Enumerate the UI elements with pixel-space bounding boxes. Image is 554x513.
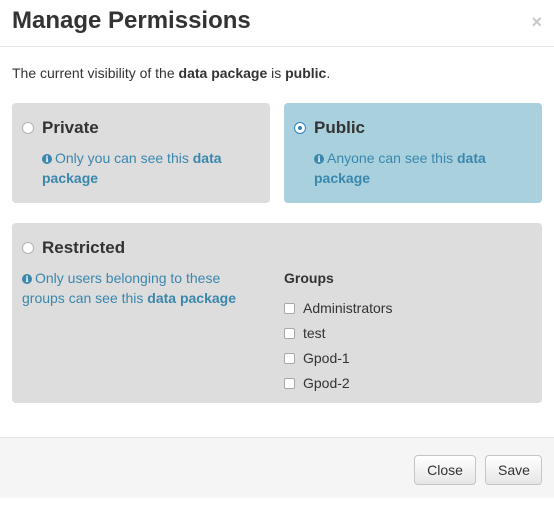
manage-permissions-dialog: Manage Permissions × The current visibil… [0, 0, 554, 513]
group-item-gpod-2[interactable]: Gpod-2 [284, 374, 350, 392]
restricted-label: Restricted [42, 238, 126, 257]
dialog-header: Manage Permissions × [0, 0, 554, 47]
save-button[interactable]: Save [485, 455, 542, 485]
intro-object: data package [178, 65, 268, 81]
group-label: test [303, 325, 326, 341]
groups-title: Groups [284, 270, 334, 286]
info-icon: i [314, 154, 324, 164]
private-option-card[interactable]: Private i Only you can see this data pack… [12, 103, 270, 203]
dialog-title: Manage Permissions [12, 7, 251, 34]
group-item-test[interactable]: test [284, 324, 326, 342]
restricted-desc-line1: Only users belonging to these [35, 270, 221, 286]
restricted-option-card[interactable]: Restricted i Only users belonging to thes… [12, 223, 542, 403]
intro-prefix: The current visibility of the [12, 65, 179, 81]
group-checkbox[interactable] [284, 353, 295, 364]
group-item-gpod-1[interactable]: Gpod-1 [284, 349, 350, 367]
intro-status: public [285, 65, 327, 81]
public-desc-prefix: Anyone can see this [327, 150, 457, 166]
restricted-radio[interactable] [22, 242, 34, 254]
group-checkbox[interactable] [284, 378, 295, 389]
group-checkbox[interactable] [284, 303, 295, 314]
group-label: Gpod-1 [303, 350, 350, 366]
public-radio[interactable] [294, 122, 306, 134]
info-icon: i [22, 274, 32, 284]
close-button[interactable]: Close [414, 455, 476, 485]
private-description: i Only you can see this data package [42, 148, 262, 188]
restricted-desc-prefix: groups can see this [22, 290, 148, 306]
info-icon: i [42, 154, 52, 164]
group-label: Administrators [303, 300, 393, 316]
restricted-desc-object: data package [147, 290, 237, 306]
restricted-description: i Only users belonging to these groups can… [22, 268, 267, 308]
group-item-administrators[interactable]: Administrators [284, 299, 392, 317]
close-icon[interactable]: × [531, 12, 542, 32]
group-checkbox[interactable] [284, 328, 295, 339]
public-option-card[interactable]: Public i Anyone can see this data package [284, 103, 542, 203]
private-radio[interactable] [22, 122, 34, 134]
private-desc-prefix: Only you can see this [55, 150, 193, 166]
intro-middle: is [267, 65, 286, 81]
intro-suffix: . [326, 65, 331, 81]
public-description: i Anyone can see this data package [314, 148, 514, 188]
visibility-intro: The current visibility of the data packa… [12, 65, 330, 81]
public-label: Public [314, 118, 366, 137]
dialog-footer: Close Save [0, 437, 554, 498]
private-label: Private [42, 118, 99, 137]
group-label: Gpod-2 [303, 375, 350, 391]
